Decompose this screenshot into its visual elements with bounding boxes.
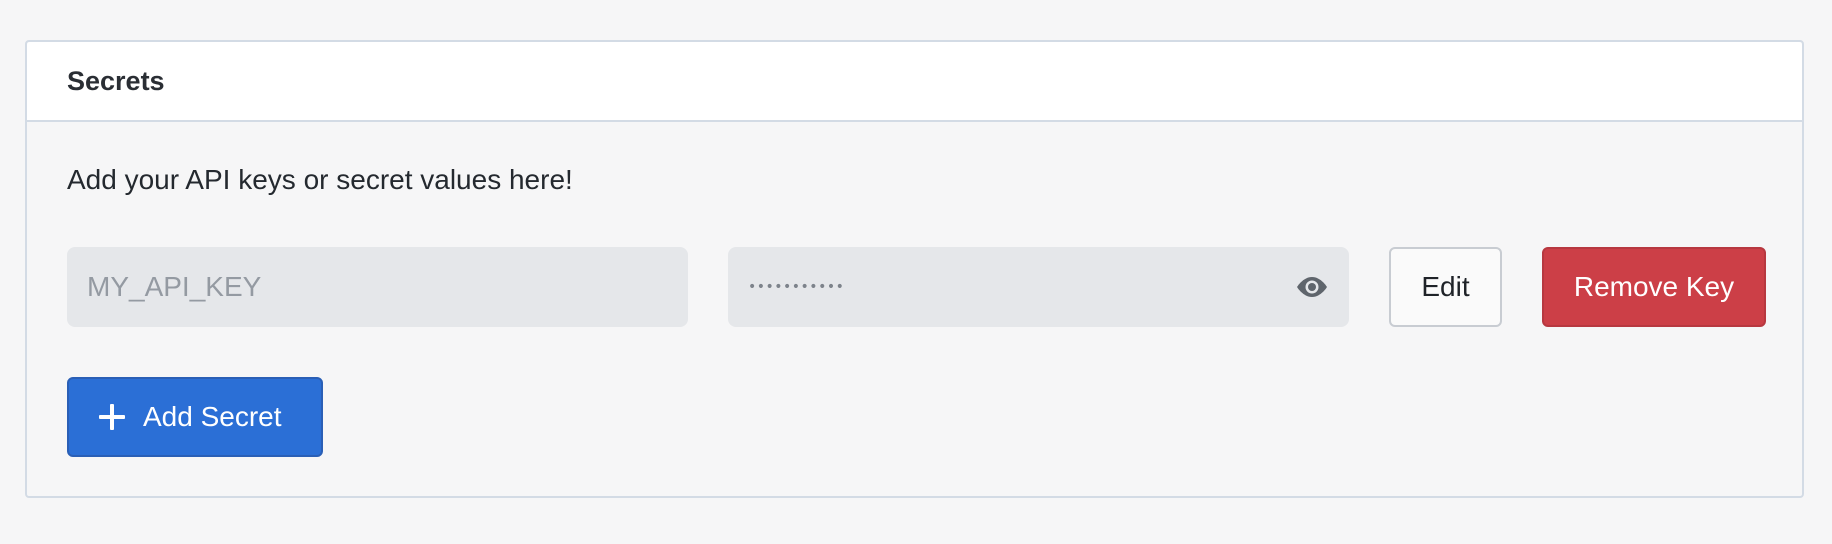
edit-button[interactable]: Edit [1389,247,1502,327]
eye-icon[interactable] [1293,269,1331,305]
secret-value-masked[interactable]: ••••••••••• [748,247,844,327]
panel-body: Add your API keys or secret values here!… [27,122,1802,496]
secret-row: ••••••••••• Edit Remove Key [67,247,1766,327]
secret-key-input[interactable] [67,247,688,327]
plus-icon [99,404,125,430]
add-secret-label: Add Secret [143,401,282,432]
panel-header: Secrets [27,42,1802,122]
secret-value-field[interactable]: ••••••••••• [728,247,1349,327]
panel-title: Secrets [67,65,165,96]
remove-key-button[interactable]: Remove Key [1542,247,1766,327]
secrets-panel: Secrets Add your API keys or secret valu… [25,40,1804,498]
panel-description: Add your API keys or secret values here! [67,164,573,195]
add-secret-button[interactable]: Add Secret [67,377,323,457]
